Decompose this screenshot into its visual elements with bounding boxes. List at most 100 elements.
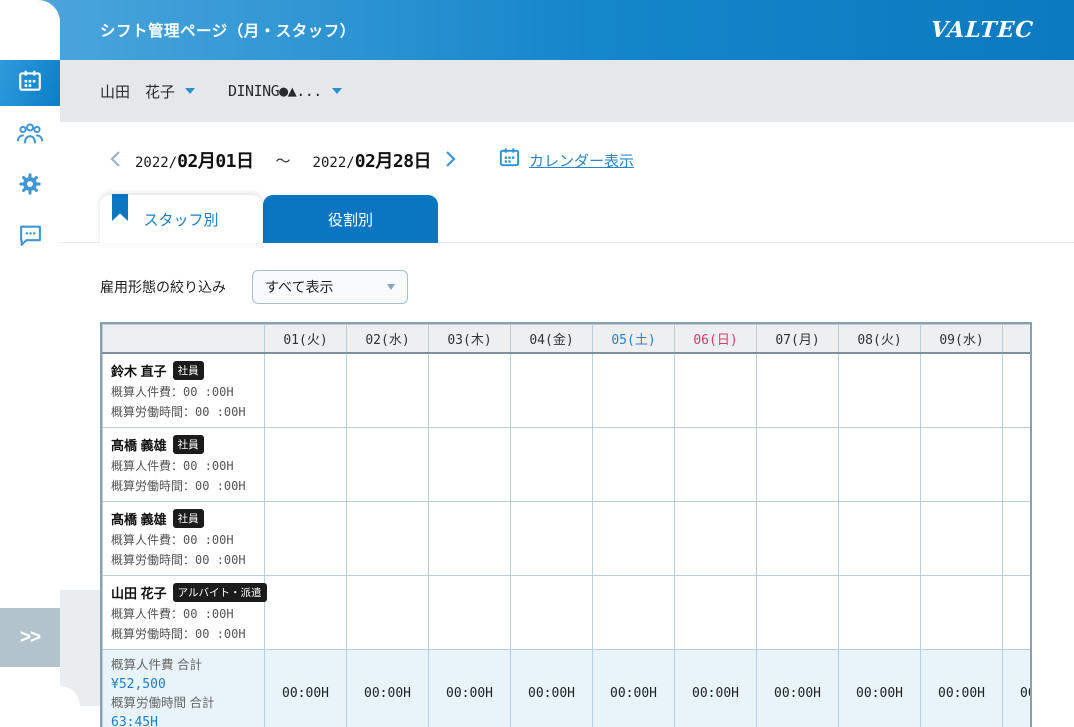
shift-cell[interactable] [429, 353, 511, 428]
tab-by-role[interactable]: 役割別 [263, 195, 438, 243]
shift-cell[interactable] [511, 427, 593, 501]
shift-cell[interactable] [593, 427, 675, 501]
page-title: シフト管理ページ（月・スタッフ） [100, 0, 356, 60]
shift-cell[interactable] [265, 427, 347, 501]
shift-table-container: 01(火) 02(水) 03(木) 04(金) 05(土) 06(日) 07(月… [100, 322, 1032, 727]
shift-cell[interactable] [347, 501, 429, 575]
employment-filter-label: 雇用形態の絞り込み [100, 277, 226, 297]
shift-cell[interactable] [347, 427, 429, 501]
shift-cell[interactable] [839, 575, 921, 649]
sidebar-collapse-button[interactable]: >> [0, 608, 60, 667]
shift-cell[interactable] [347, 353, 429, 428]
employment-filter-select[interactable]: すべて表示 [252, 270, 408, 304]
app-header: シフト管理ページ（月・スタッフ） VALTEC [0, 0, 1074, 60]
day-total-cell: 00:00H [593, 649, 675, 727]
sidebar-item-staff[interactable] [0, 112, 60, 158]
cost-total-value: ¥52,500 [111, 675, 256, 694]
shift-cell[interactable] [921, 427, 1003, 501]
start-date: 02月01日 [177, 147, 253, 173]
hours-total-value: 63:45H [111, 713, 256, 727]
employment-badge: 社員 [173, 361, 204, 380]
sidebar: >> [0, 0, 60, 727]
shift-cell[interactable] [675, 353, 757, 428]
shift-cell[interactable] [675, 575, 757, 649]
shift-cell[interactable] [921, 353, 1003, 428]
shift-cell[interactable] [429, 501, 511, 575]
shift-cell[interactable] [593, 575, 675, 649]
sidebar-item-shift-calendar[interactable] [0, 60, 60, 106]
shift-cell[interactable] [265, 353, 347, 428]
sidebar-item-messages[interactable] [0, 215, 60, 261]
day-total-cell: 00:00H [347, 649, 429, 727]
shift-cell[interactable] [757, 501, 839, 575]
gear-icon [17, 171, 43, 202]
cost-value: 00 :00H [183, 459, 234, 473]
day-header-saturday: 05(土) [593, 325, 675, 353]
store-dropdown[interactable]: DINING●▲... [228, 60, 342, 122]
totals-row: 概算人件費 合計 ¥52,500 概算労働時間 合計 63:45H 00:00H… [103, 649, 1031, 727]
shift-cell[interactable] [1003, 575, 1031, 649]
shift-cell[interactable] [347, 575, 429, 649]
day-total-cell: 00:00H [429, 649, 511, 727]
shift-cell[interactable] [511, 353, 593, 428]
tab-by-staff[interactable]: スタッフ別 [100, 195, 262, 243]
shift-cell[interactable] [593, 501, 675, 575]
shift-cell[interactable] [757, 575, 839, 649]
calendar-view-link-group[interactable]: カレンダー表示 [498, 146, 634, 174]
shift-cell[interactable] [429, 427, 511, 501]
shift-cell[interactable] [757, 427, 839, 501]
staff-info-cell: 鈴木 直子 社員 概算人件費：00 :00H 概算労働時間：00 :00H [103, 353, 265, 428]
shift-cell[interactable] [675, 427, 757, 501]
cost-label: 概算人件費： [111, 533, 183, 547]
employment-badge: 社員 [173, 435, 204, 454]
shift-cell[interactable] [675, 501, 757, 575]
day-total-cell: 00:00H [757, 649, 839, 727]
staff-info-cell: 山田 花子 アルバイト・派遣 概算人件費：00 :00H 概算労働時間：00 :… [103, 575, 265, 649]
day-total-cell: 00:00H [839, 649, 921, 727]
shift-cell[interactable] [265, 501, 347, 575]
shift-cell[interactable] [593, 353, 675, 428]
tab-by-role-label: 役割別 [328, 209, 373, 230]
prev-period-button[interactable] [106, 148, 125, 173]
shift-cell[interactable] [839, 427, 921, 501]
hours-value: 00 :00H [195, 405, 246, 419]
calendar-view-link[interactable]: カレンダー表示 [529, 150, 634, 171]
shift-cell[interactable] [511, 575, 593, 649]
shift-cell[interactable] [511, 501, 593, 575]
main-content: 2022/ 02月01日 ～ 2022/ 02月28日 [60, 122, 1074, 727]
shift-cell[interactable] [757, 353, 839, 428]
shift-cell[interactable] [1003, 427, 1031, 501]
shift-cell[interactable] [921, 501, 1003, 575]
next-period-button[interactable] [441, 148, 460, 173]
shift-cell[interactable] [429, 575, 511, 649]
store-name: DINING●▲... [228, 82, 322, 100]
sidebar-item-settings[interactable] [0, 163, 60, 209]
hours-label: 概算労働時間： [111, 479, 195, 493]
shift-cell[interactable] [1003, 501, 1031, 575]
staff-name: 鈴木 直子 [111, 361, 167, 380]
user-dropdown[interactable]: 山田 花子 [100, 60, 195, 122]
shift-cell[interactable] [839, 353, 921, 428]
day-total-cell: 00:00H [675, 649, 757, 727]
day-header: 07(月) [757, 325, 839, 353]
employment-filter: 雇用形態の絞り込み すべて表示 [100, 270, 408, 304]
cost-value: 00 :00H [183, 385, 234, 399]
day-total-cell: 00:00H [1003, 649, 1031, 727]
shift-table-clip: 01(火) 02(水) 03(木) 04(金) 05(土) 06(日) 07(月… [102, 324, 1030, 727]
staff-name: 髙橋 義雄 [111, 435, 167, 454]
hours-label: 概算労働時間： [111, 553, 195, 567]
shift-cell[interactable] [1003, 353, 1031, 428]
shift-cell[interactable] [265, 575, 347, 649]
day-header: 09(水) [921, 325, 1003, 353]
staff-name: 髙橋 義雄 [111, 509, 167, 528]
totals-summary-cell: 概算人件費 合計 ¥52,500 概算労働時間 合計 63:45H [103, 649, 265, 727]
end-year: 2022/ [313, 155, 355, 171]
shift-cell[interactable] [921, 575, 1003, 649]
shift-cell[interactable] [839, 501, 921, 575]
cost-label: 概算人件費： [111, 607, 183, 621]
period-separator: ～ [276, 150, 291, 171]
day-header-sunday: 06(日) [675, 325, 757, 353]
chevron-down-icon [332, 88, 342, 94]
cost-label: 概算人件費： [111, 385, 183, 399]
employment-filter-value: すべて表示 [265, 277, 333, 297]
